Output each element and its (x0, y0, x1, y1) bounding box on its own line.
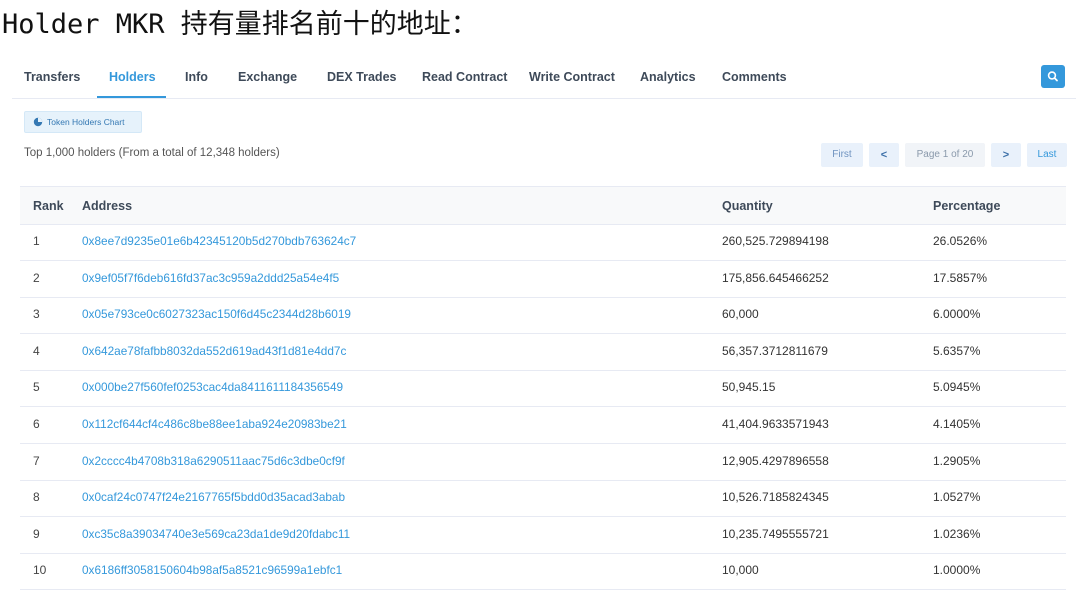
tab-info[interactable]: Info (185, 70, 208, 84)
search-icon (1047, 71, 1058, 82)
table-row: 9 0xc35c8a39034740e3e569ca23da1de9d20fdab… (20, 516, 1066, 554)
tab-read-contract[interactable]: Read Contract (422, 70, 507, 84)
address-link[interactable]: 0x642ae78fafbb8032da552d619ad43f1d81e4dd… (82, 344, 346, 358)
quantity-cell: 10,235.7495555721 (722, 526, 829, 541)
table-header: Rank Address Quantity Percentage (20, 186, 1066, 225)
address-link[interactable]: 0x000be27f560fef0253cac4da84116111843565… (82, 380, 343, 394)
rank-cell: 1 (33, 234, 40, 248)
tab-bar: Transfers Holders Info Exchange DEX Trad… (12, 56, 1076, 99)
token-holders-chart-label: Token Holders Chart (47, 117, 125, 127)
pie-chart-icon (33, 117, 43, 127)
table-row: 1 0x8ee7d9235e01e6b42345120b5d270bdb76362… (20, 223, 1066, 261)
percentage-cell: 4.1405% (933, 417, 981, 431)
table-row: 7 0x2cccc4b4708b318a6290511aac75d6c3dbe0c… (20, 443, 1066, 481)
rank-cell: 5 (33, 380, 40, 395)
quantity-cell: 260,525.729894198 (722, 234, 829, 248)
address-link[interactable]: 0xc35c8a39034740e3e569ca23da1de9d20fdabc… (82, 527, 350, 541)
quantity-cell: 12,905.4297896558 (722, 453, 829, 468)
address-link[interactable]: 0x8ee7d9235e01e6b42345120b5d270bdb763624… (82, 234, 356, 248)
percentage-cell: 1.0527% (933, 490, 981, 505)
rank-cell: 10 (33, 563, 47, 578)
table-row: 3 0x05e793ce0c6027323ac150f6d45c2344d28b6… (20, 296, 1066, 335)
column-header-quantity: Quantity (722, 199, 773, 213)
percentage-cell: 1.0000% (933, 563, 981, 578)
pagination-last-button[interactable]: Last (1027, 143, 1067, 167)
quantity-cell: 56,357.3712811679 (722, 343, 828, 358)
search-button[interactable] (1041, 65, 1065, 88)
column-header-rank: Rank (33, 199, 64, 213)
address-link[interactable]: 0x0caf24c0747f24e2167765f5bdd0d35acad3ab… (82, 490, 345, 504)
tab-write-contract[interactable]: Write Contract (529, 70, 615, 84)
column-header-percentage: Percentage (933, 199, 1001, 213)
quantity-cell: 50,945.15 (722, 380, 776, 395)
holders-card: Transfers Holders Info Exchange DEX Trad… (12, 56, 1076, 591)
pagination-next-button[interactable]: > (991, 143, 1021, 167)
percentage-cell: 1.2905% (933, 453, 981, 468)
rank-cell: 2 (33, 270, 40, 285)
percentage-cell: 6.0000% (933, 307, 981, 322)
address-link[interactable]: 0x05e793ce0c6027323ac150f6d45c2344d28b60… (82, 307, 351, 321)
pagination-prev-button[interactable]: < (869, 143, 899, 167)
table-row: 8 0x0caf24c0747f24e2167765f5bdd0d35acad3a… (20, 479, 1066, 518)
token-holders-chart-button[interactable]: Token Holders Chart (24, 111, 142, 133)
rank-cell: 6 (33, 417, 40, 431)
tab-exchange[interactable]: Exchange (238, 70, 297, 84)
holders-summary: Top 1,000 holders (From a total of 12,34… (24, 147, 280, 159)
tab-transfers[interactable]: Transfers (24, 70, 80, 84)
address-link[interactable]: 0x9ef05f7f6deb616fd37ac3c959a2ddd25a54e4… (82, 271, 339, 285)
rank-cell: 4 (33, 343, 40, 358)
tab-analytics[interactable]: Analytics (640, 70, 696, 84)
page-heading: Holder MKR 持有量排名前十的地址： (2, 9, 478, 40)
address-link[interactable]: 0x2cccc4b4708b318a6290511aac75d6c3dbe0cf… (82, 454, 345, 468)
quantity-cell: 60,000 (722, 307, 759, 322)
tab-comments[interactable]: Comments (722, 70, 787, 84)
percentage-cell: 26.0526% (933, 234, 988, 248)
rank-cell: 7 (33, 453, 40, 468)
percentage-cell: 1.0236% (933, 526, 981, 541)
rank-cell: 3 (33, 307, 40, 322)
percentage-cell: 17.5857% (933, 270, 988, 285)
percentage-cell: 5.6357% (933, 343, 981, 358)
table-row: 2 0x9ef05f7f6deb616fd37ac3c959a2ddd25a54e… (20, 260, 1066, 298)
quantity-cell: 10,000 (722, 563, 759, 578)
address-link[interactable]: 0x112cf644cf4c486c8be88ee1aba924e20983be… (82, 417, 347, 431)
table-row: 10 0x6186ff3058150604b98af5a8521c96599a1e… (20, 552, 1066, 591)
pagination-page-indicator: Page 1 of 20 (905, 143, 985, 167)
quantity-cell: 41,404.9633571943 (722, 417, 829, 431)
quantity-cell: 175,856.645466252 (722, 270, 829, 285)
tab-holders[interactable]: Holders (109, 70, 156, 84)
quantity-cell: 10,526.7185824345 (722, 490, 829, 505)
rank-cell: 8 (33, 490, 40, 505)
percentage-cell: 5.0945% (933, 380, 981, 395)
table-row: 4 0x642ae78fafbb8032da552d619ad43f1d81e4d… (20, 333, 1066, 371)
tab-dex-trades[interactable]: DEX Trades (327, 70, 396, 84)
pagination-first-button[interactable]: First (821, 143, 863, 167)
table-row: 5 0x000be27f560fef0253cac4da8411611184356… (20, 369, 1066, 408)
active-tab-indicator (97, 96, 166, 98)
column-header-address: Address (82, 199, 133, 213)
table-row: 6 0x112cf644cf4c486c8be88ee1aba924e20983b… (20, 406, 1066, 444)
rank-cell: 9 (33, 526, 40, 541)
address-link[interactable]: 0x6186ff3058150604b98af5a8521c96599a1ebf… (82, 563, 342, 577)
